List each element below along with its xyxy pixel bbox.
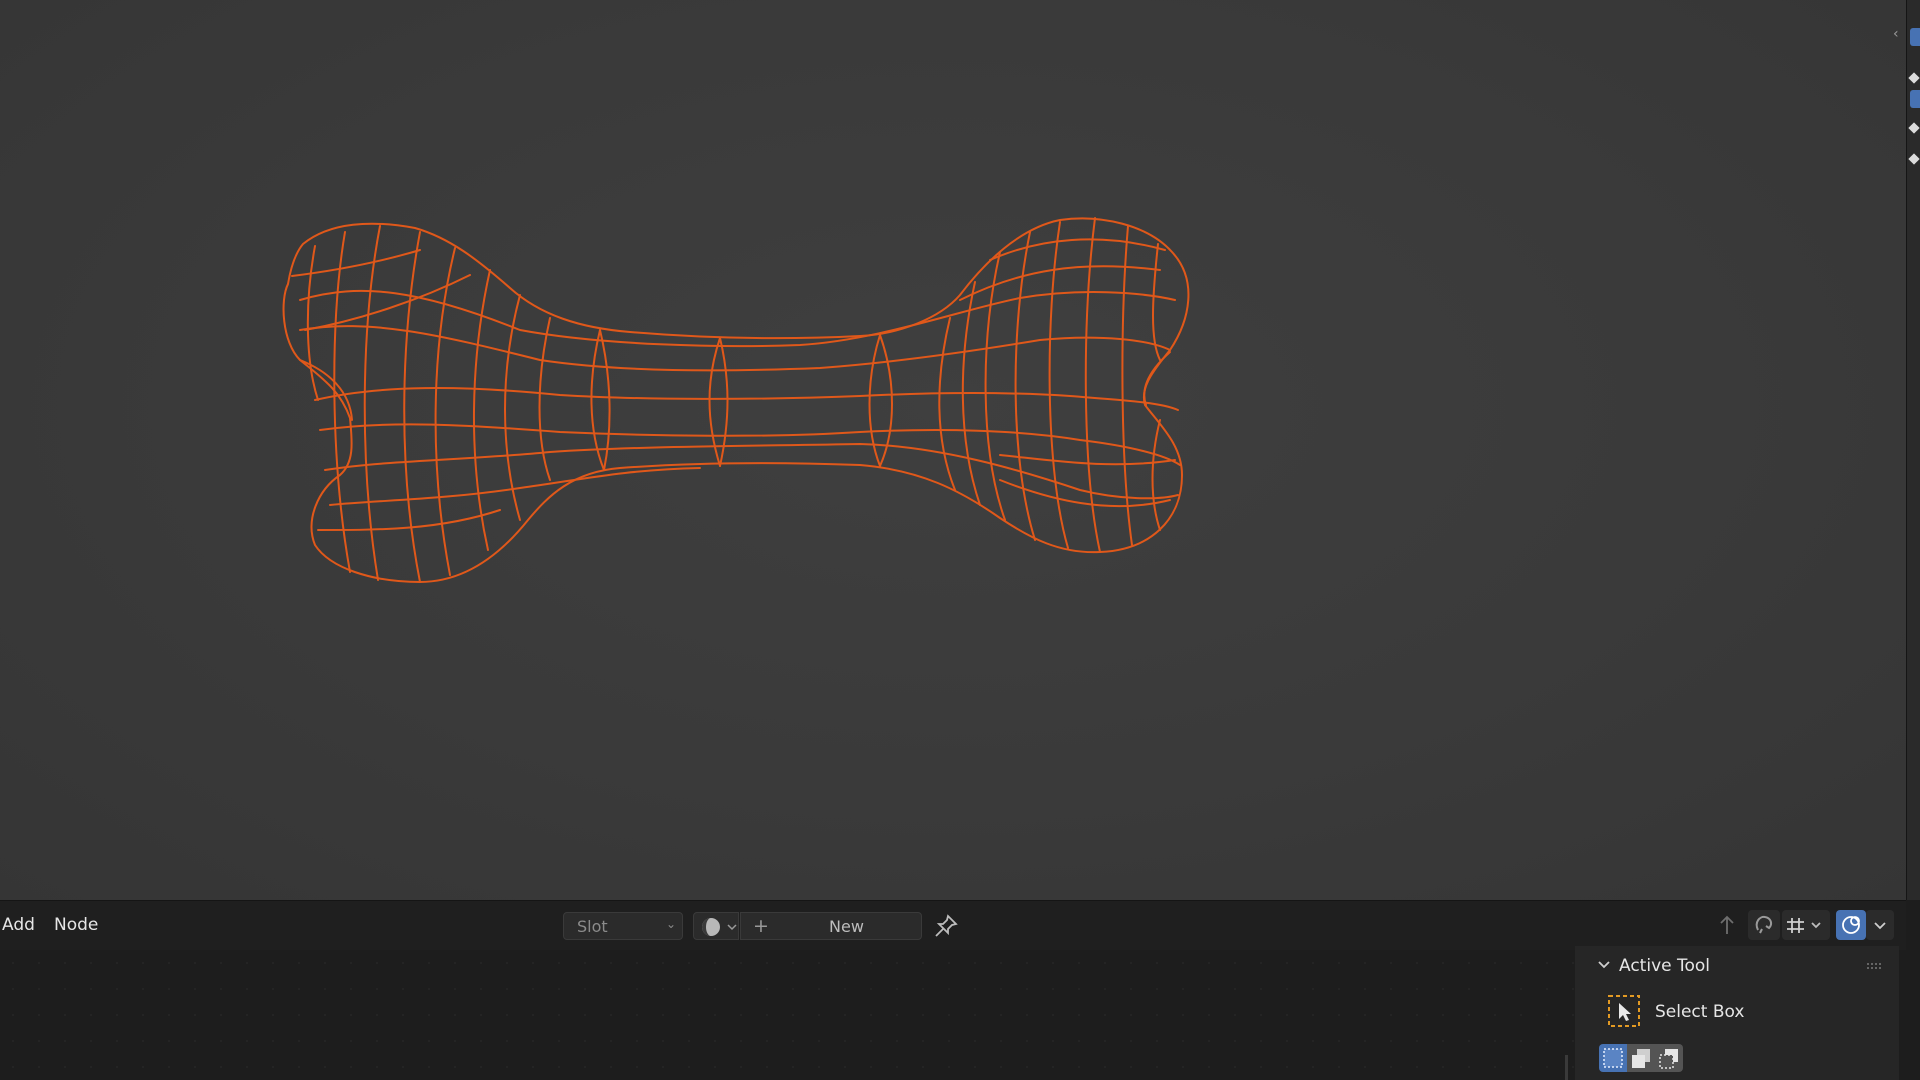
snap-icon[interactable] xyxy=(1748,910,1780,940)
overlay-dropdown-icon[interactable] xyxy=(1866,910,1894,940)
side-tab-marker-icon xyxy=(1908,72,1920,84)
3d-viewport[interactable] xyxy=(0,0,1906,900)
sidebar-expand-icon[interactable]: ‹ xyxy=(1893,26,1899,42)
bone-wireframe-mesh[interactable] xyxy=(0,0,1906,900)
new-material-button[interactable]: + New xyxy=(740,912,922,940)
parent-node-tree-icon[interactable] xyxy=(1712,910,1742,940)
chevron-down-icon: ⌄ xyxy=(665,917,676,931)
active-tool-name: Select Box xyxy=(1655,1002,1745,1022)
select-extend-icon[interactable] xyxy=(1627,1044,1655,1072)
menu-add[interactable]: Add xyxy=(2,915,35,935)
material-sphere-icon xyxy=(702,918,737,936)
side-tab[interactable] xyxy=(1910,90,1920,108)
select-box-icon[interactable] xyxy=(1607,994,1641,1028)
active-tool-title: Active Tool xyxy=(1619,956,1711,976)
select-subtract-icon[interactable] xyxy=(1655,1044,1683,1072)
pin-icon[interactable] xyxy=(932,912,960,940)
side-tab[interactable] xyxy=(1910,28,1920,46)
plus-icon: + xyxy=(753,915,769,937)
material-browse-button[interactable] xyxy=(693,912,739,940)
side-tab-marker-icon xyxy=(1908,153,1920,165)
side-tab-marker-icon xyxy=(1908,122,1920,134)
grid-snap-icon[interactable] xyxy=(1782,910,1830,940)
chevron-down-icon[interactable] xyxy=(1597,957,1611,976)
new-material-label: New xyxy=(829,917,864,936)
slot-select[interactable]: Slot ⌄ xyxy=(563,912,683,940)
drag-grip-icon[interactable] xyxy=(1866,962,1882,970)
menu-node[interactable]: Node xyxy=(54,915,98,935)
viewport-side-tabs[interactable] xyxy=(1906,0,1920,900)
overlay-toggle-icon[interactable] xyxy=(1836,910,1866,940)
slot-select-label: Slot xyxy=(577,917,608,936)
select-set-icon[interactable] xyxy=(1599,1044,1627,1072)
region-resize-handle[interactable] xyxy=(1565,1055,1568,1080)
